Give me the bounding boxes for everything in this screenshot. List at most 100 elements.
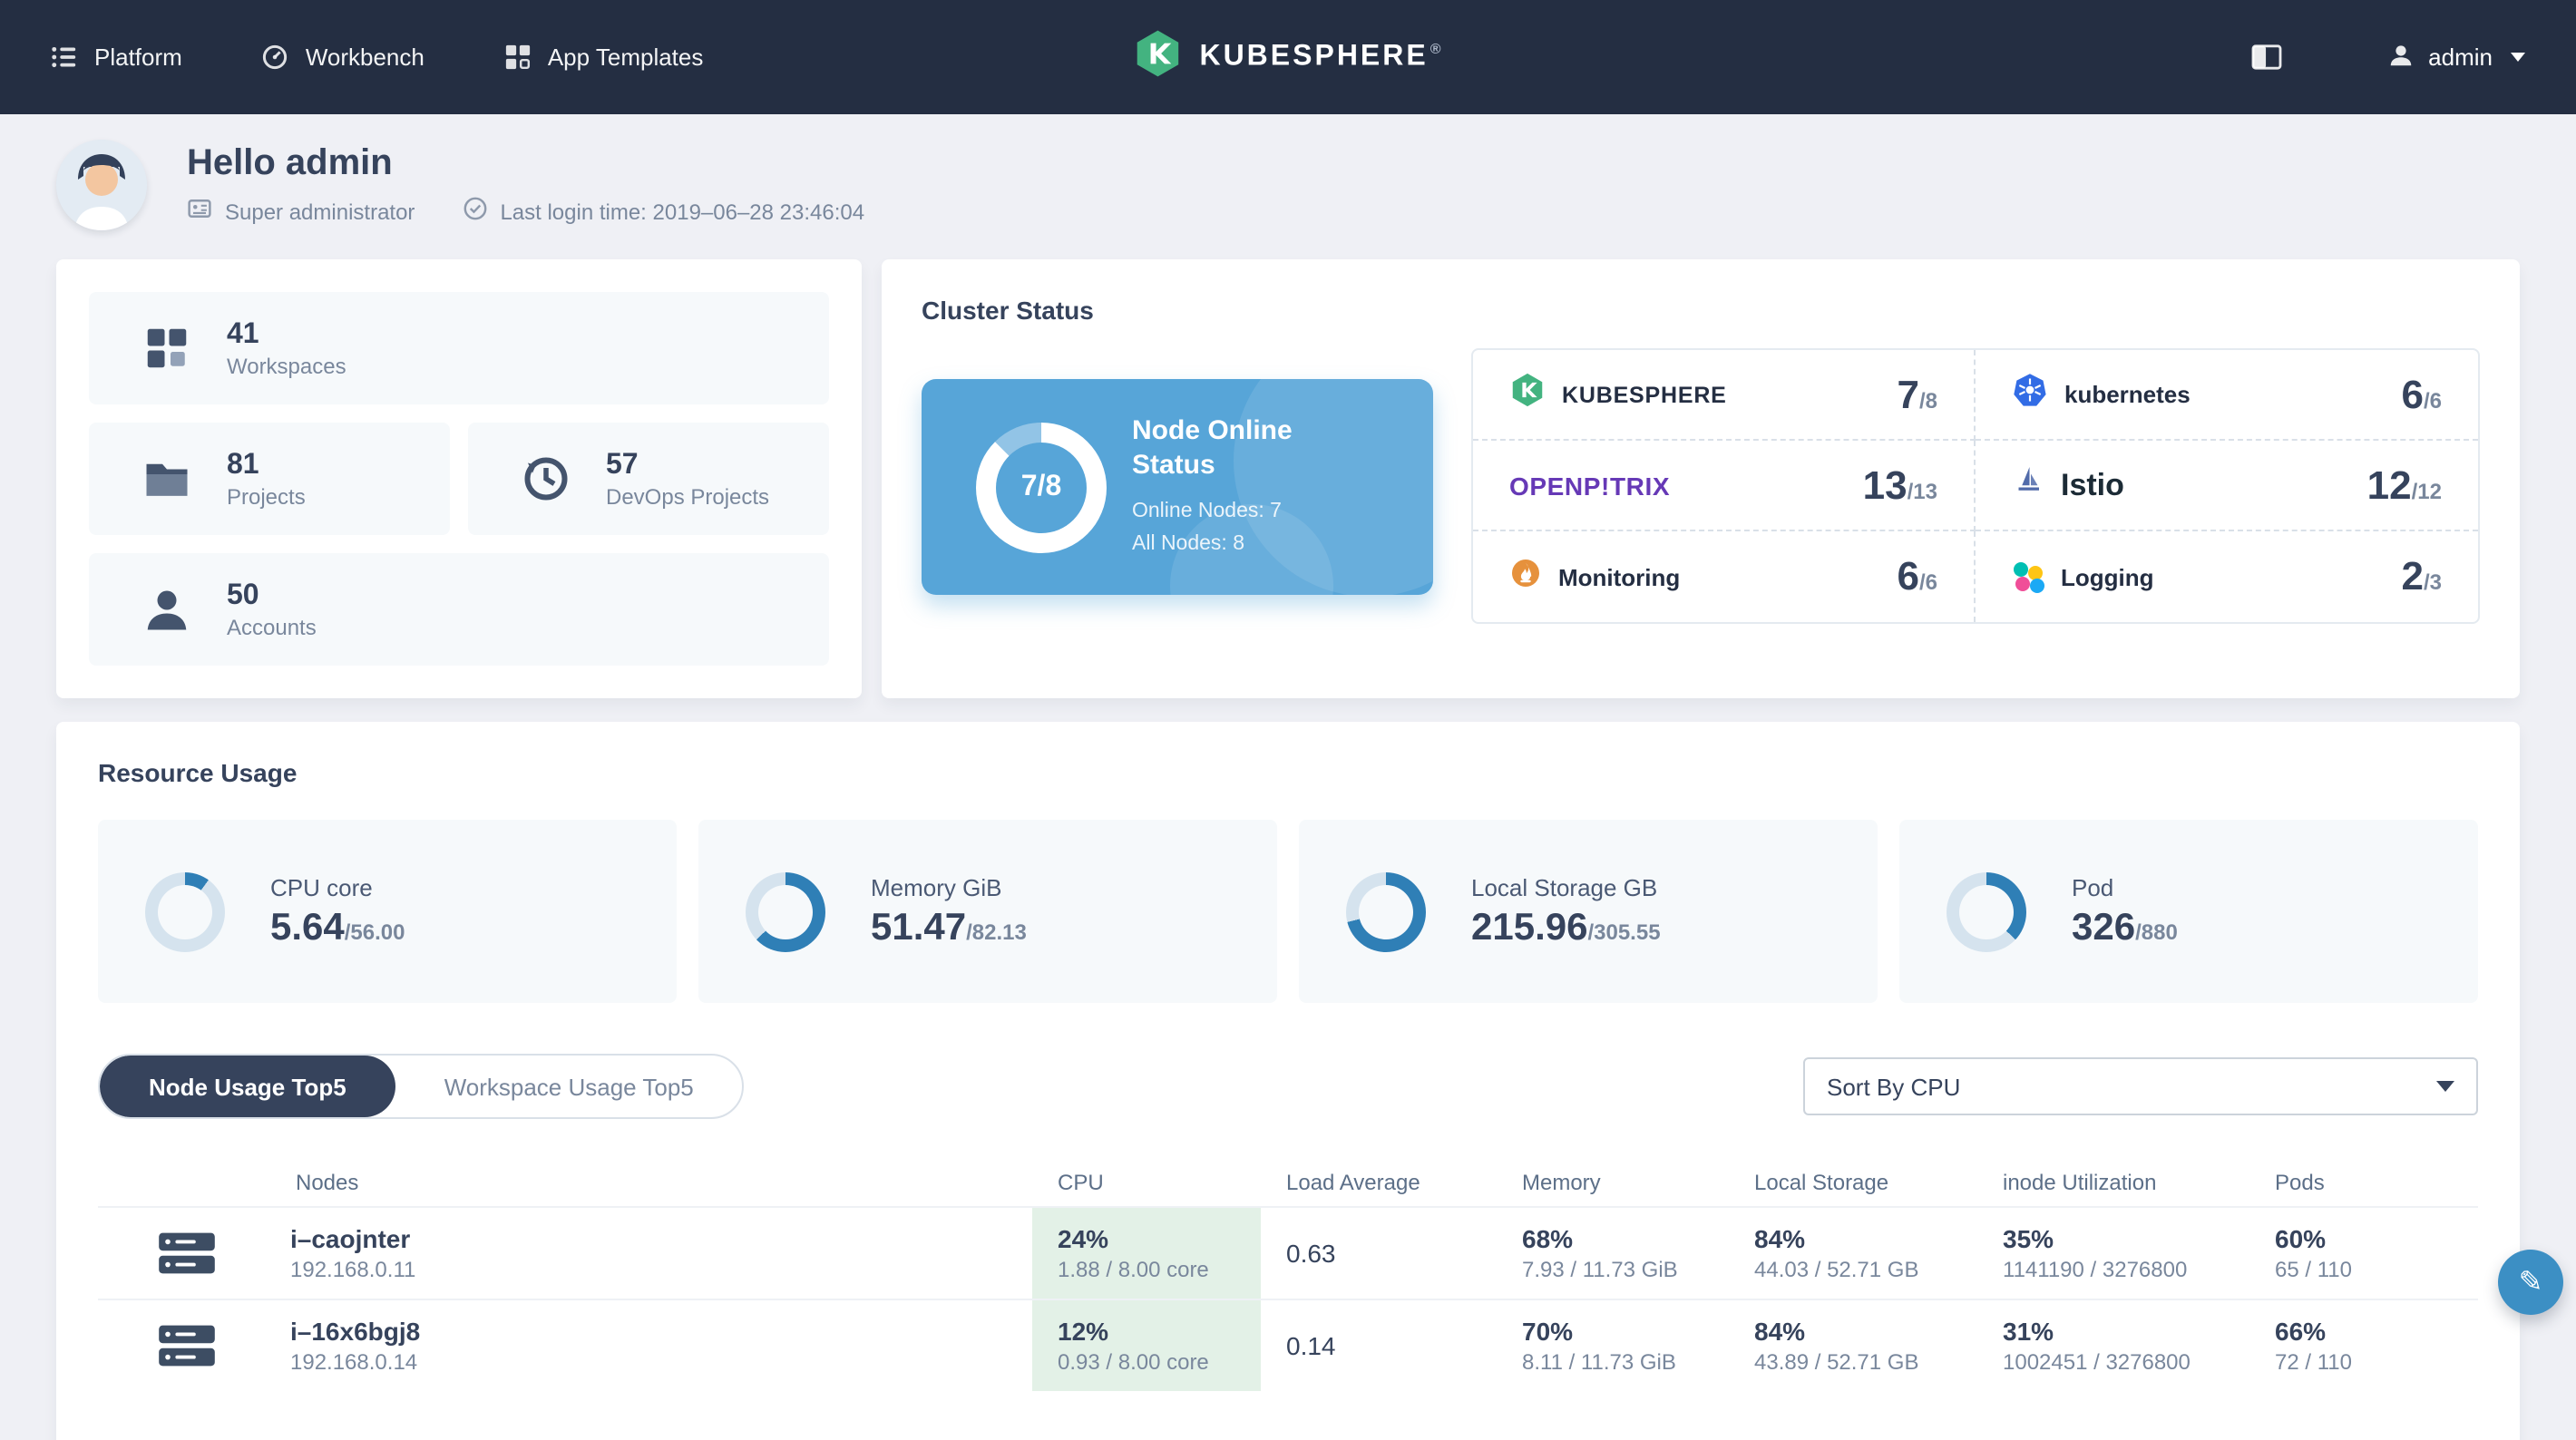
gauge-local-storage[interactable]: Local Storage GB 215.96/305.55 — [1299, 820, 1878, 1003]
pod-donut — [1947, 871, 2026, 951]
gauge-value: 5.64 — [270, 906, 345, 948]
app-templates-icon — [504, 44, 532, 71]
hello-section: Hello admin Super administrator Last log… — [0, 114, 2576, 248]
col-header-cpu: CPU — [1058, 1170, 1104, 1195]
stat-label: DevOps Projects — [606, 484, 770, 510]
pods-detail: 72 / 110 — [2275, 1349, 2352, 1375]
gauge-value: 326 — [2072, 906, 2136, 948]
stat-value: 50 — [227, 580, 259, 611]
storage-percent: 84% — [1754, 1317, 1806, 1346]
gauge-total: /305.55 — [1587, 919, 1661, 944]
node-online-status-box[interactable]: 7/8 Node Online Status Online Nodes: 7 A… — [922, 379, 1433, 595]
component-name: kubernetes — [2064, 381, 2191, 408]
stat-label: Projects — [227, 484, 306, 510]
nav-item-workbench[interactable]: Workbench — [262, 44, 424, 71]
server-icon — [156, 1320, 218, 1371]
cluster-components-panel: KUBESPHERE 7/8 kubernetes 6/6 OPENP!TRIX… — [1471, 348, 2480, 624]
table-row[interactable]: i–16x6bgj8 192.168.0.14 12% 0.93 / 8.00 … — [98, 1299, 2478, 1391]
component-openpitrix[interactable]: OPENP!TRIX 13/13 — [1473, 441, 1976, 531]
component-monitoring[interactable]: Monitoring 6/6 — [1473, 531, 1976, 622]
inode-detail: 1002451 / 3276800 — [2003, 1349, 2191, 1375]
check-circle-icon — [462, 196, 487, 227]
storage-cell: 84% 44.03 / 52.71 GB — [1729, 1224, 1977, 1282]
stat-tile-accounts[interactable]: 50 Accounts — [89, 553, 829, 666]
component-count: 12 — [2366, 462, 2412, 507]
load-average: 0.14 — [1286, 1331, 1336, 1360]
storage-detail: 44.03 / 52.71 GB — [1754, 1257, 1919, 1282]
panel-icon[interactable] — [2250, 44, 2281, 71]
tab-workspace-usage-top5[interactable]: Workspace Usage Top5 — [395, 1056, 743, 1117]
all-nodes-count: All Nodes: 8 — [1132, 533, 1245, 556]
node-online-donut: 7/8 — [976, 422, 1107, 552]
col-header-load: Load Average — [1286, 1170, 1420, 1195]
stats-card: 41 Workspaces 81 Projects 57 DevOps Proj… — [56, 259, 862, 698]
role-badge-icon — [187, 196, 212, 227]
component-logging[interactable]: Logging 2/3 — [1976, 531, 2478, 622]
node-name[interactable]: i–caojnter — [290, 1224, 415, 1253]
edit-fab-button[interactable]: ✎ — [2498, 1250, 2563, 1315]
pods-percent: 60% — [2275, 1224, 2327, 1253]
gauge-memory[interactable]: Memory GiB 51.47/82.13 — [698, 820, 1277, 1003]
accounts-icon — [140, 582, 194, 637]
stat-tile-workspaces[interactable]: 41 Workspaces — [89, 292, 829, 404]
last-login-label: Last login time: 2019–06–28 23:46:04 — [500, 199, 865, 224]
cpu-cell: 24% 1.88 / 8.00 core — [1032, 1208, 1261, 1299]
memory-detail: 7.93 / 11.73 GiB — [1522, 1257, 1678, 1282]
col-header-nodes: Nodes — [296, 1170, 359, 1195]
inode-cell: 31% 1002451 / 3276800 — [1977, 1317, 2249, 1375]
cpu-percent: 24% — [1058, 1224, 1109, 1253]
node-online-ratio: 7/8 — [1020, 471, 1062, 501]
nav-item-label: Platform — [94, 44, 182, 71]
top-navbar: Platform Workbench App Templates KUBESPH… — [0, 0, 2576, 114]
sort-by-select[interactable]: Sort By CPU — [1803, 1057, 2478, 1115]
cpu-detail: 0.93 / 8.00 core — [1058, 1349, 1209, 1375]
component-kubesphere[interactable]: KUBESPHERE 7/8 — [1473, 350, 1976, 441]
col-header-inode: inode Utilization — [2003, 1170, 2157, 1195]
component-istio[interactable]: Istio 12/12 — [1976, 441, 2478, 531]
kubernetes-icon — [2012, 372, 2048, 417]
projects-icon — [140, 452, 194, 506]
nav-item-platform[interactable]: Platform — [51, 44, 182, 71]
top-cards-row: 41 Workspaces 81 Projects 57 DevOps Proj… — [56, 259, 2520, 698]
storage-percent: 84% — [1754, 1224, 1806, 1253]
memory-percent: 68% — [1522, 1224, 1574, 1253]
load-average: 0.63 — [1286, 1239, 1336, 1268]
pods-detail: 65 / 110 — [2275, 1257, 2352, 1282]
gauge-label: Local Storage GB — [1471, 873, 1658, 900]
cpu-donut — [145, 871, 225, 951]
registered-mark: ® — [1429, 40, 1444, 57]
server-icon — [156, 1228, 218, 1279]
role-label: Super administrator — [225, 199, 415, 224]
nav-item-label: App Templates — [547, 44, 704, 71]
node-name[interactable]: i–16x6bgj8 — [290, 1317, 420, 1346]
resource-usage-title: Resource Usage — [98, 758, 298, 787]
component-name: OPENP!TRIX — [1509, 471, 1671, 500]
table-row[interactable]: i–caojnter 192.168.0.11 24% 1.88 / 8.00 … — [98, 1206, 2478, 1299]
component-kubernetes[interactable]: kubernetes 6/6 — [1976, 350, 2478, 441]
table-header: Nodes CPU Load Average Memory Local Stor… — [98, 1159, 2478, 1206]
stat-label: Accounts — [227, 615, 317, 640]
memory-percent: 70% — [1522, 1317, 1574, 1346]
stat-value: 81 — [227, 450, 259, 481]
tab-node-usage-top5[interactable]: Node Usage Top5 — [100, 1056, 395, 1117]
component-count: 2 — [2401, 553, 2424, 598]
stat-tile-devops[interactable]: 57 DevOps Projects — [468, 423, 829, 535]
kubesphere-logo[interactable]: KUBESPHERE ® — [1132, 27, 1443, 87]
online-nodes-count: Online Nodes: 7 — [1132, 500, 1282, 522]
gauge-value: 215.96 — [1471, 906, 1588, 948]
nav-left: Platform Workbench App Templates — [51, 44, 703, 71]
component-name: Monitoring — [1558, 563, 1681, 590]
chevron-down-icon — [2511, 53, 2525, 62]
nav-item-app-templates[interactable]: App Templates — [504, 44, 704, 71]
nav-item-label: Workbench — [305, 44, 424, 71]
stat-value: 41 — [227, 319, 259, 350]
kubesphere-logo-icon — [1132, 27, 1183, 87]
user-icon — [2386, 41, 2414, 73]
component-total: /13 — [1907, 478, 1937, 503]
stat-tile-projects[interactable]: 81 Projects — [89, 423, 450, 535]
gauge-pod[interactable]: Pod 326/880 — [1899, 820, 2478, 1003]
user-menu[interactable]: admin — [2386, 41, 2525, 73]
gauge-cpu[interactable]: CPU core 5.64/56.00 — [98, 820, 677, 1003]
storage-donut — [1346, 871, 1426, 951]
gauge-total: /82.13 — [966, 919, 1027, 944]
